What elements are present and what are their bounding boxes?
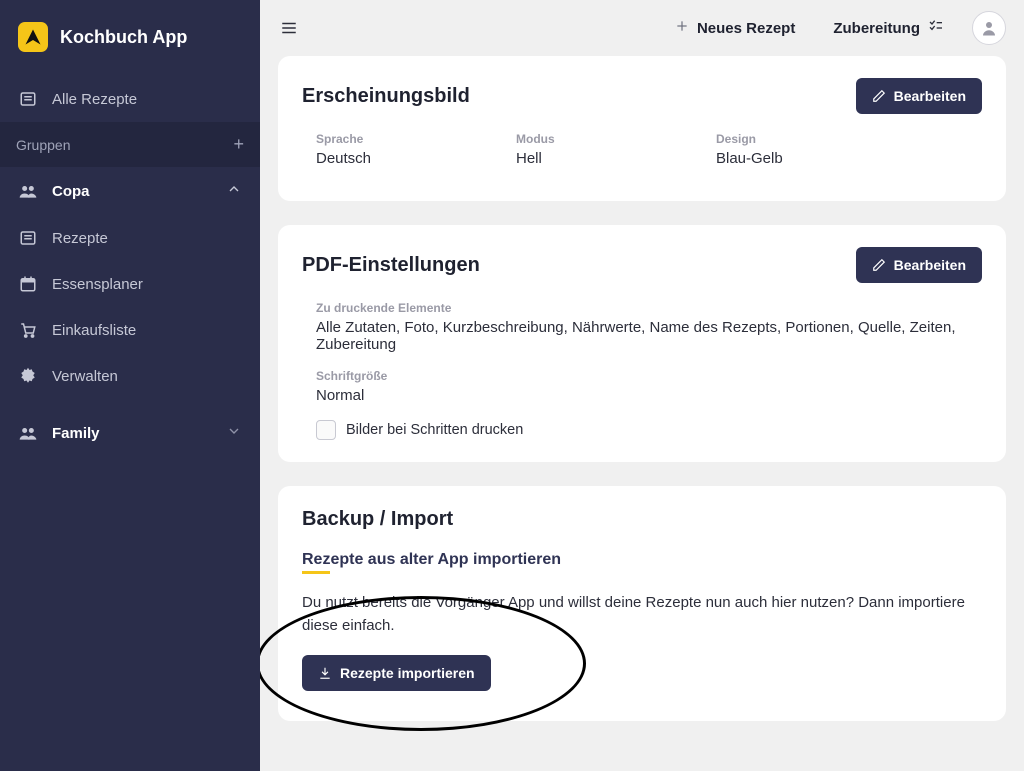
field-label: Zu druckende Elemente <box>316 301 982 315</box>
plus-icon[interactable]: + <box>233 134 244 155</box>
sidebar-item-manage[interactable]: Verwalten <box>0 353 260 399</box>
field-value: Hell <box>516 150 676 167</box>
people-icon <box>18 425 38 441</box>
card-appearance: Erscheinungsbild Bearbeiten Sprache Deut… <box>278 56 1006 201</box>
sidebar-item-label: Alle Rezepte <box>52 91 137 108</box>
accent-underline <box>302 571 330 574</box>
brand-logo <box>18 22 48 52</box>
sidebar-item-label: Rezepte <box>52 230 108 247</box>
pencil-icon <box>872 258 886 272</box>
import-recipes-button[interactable]: Rezepte importieren <box>302 655 491 691</box>
brand: Kochbuch App <box>0 0 260 76</box>
chevron-down-icon <box>226 423 242 443</box>
checkbox-label: Bilder bei Schritten drucken <box>346 422 523 438</box>
import-icon <box>318 666 332 680</box>
edit-pdf-button[interactable]: Bearbeiten <box>856 247 982 283</box>
chevron-up-icon <box>226 181 242 201</box>
cart-icon <box>18 321 38 339</box>
main: Neues Rezept Zubereitung Erscheinungsbil… <box>260 0 1024 771</box>
sidebar-item-label: Verwalten <box>52 368 118 385</box>
field-value: Normal <box>316 387 982 404</box>
sidebar-item-label: Einkaufsliste <box>52 322 136 339</box>
people-icon <box>18 183 38 199</box>
button-label: Bearbeiten <box>894 257 966 273</box>
topbar: Neues Rezept Zubereitung <box>260 0 1024 56</box>
top-link-label: Zubereitung <box>833 20 920 37</box>
avatar[interactable] <box>972 11 1006 45</box>
top-preparation[interactable]: Zubereitung <box>823 12 954 44</box>
field-value: Deutsch <box>316 150 476 167</box>
field-value: Blau-Gelb <box>716 150 876 167</box>
field-label: Modus <box>516 132 676 146</box>
field-label: Sprache <box>316 132 476 146</box>
sub-heading: Rezepte aus alter App importieren <box>302 551 982 569</box>
checkbox-box <box>316 420 336 440</box>
card-pdf-settings: PDF-Einstellungen Bearbeiten Zu druckend… <box>278 225 1006 462</box>
top-new-recipe[interactable]: Neues Rezept <box>665 13 805 43</box>
top-link-label: Neues Rezept <box>697 20 795 37</box>
field-label: Schriftgröße <box>316 369 982 383</box>
sidebar-group-copa[interactable]: Copa <box>0 167 260 215</box>
sidebar-item-all-recipes[interactable]: Alle Rezepte <box>0 76 260 122</box>
plus-icon <box>675 19 689 37</box>
button-label: Bearbeiten <box>894 88 966 104</box>
menu-icon[interactable] <box>278 19 300 37</box>
sidebar-section-label: Gruppen <box>16 137 70 153</box>
sidebar: Kochbuch App Alle Rezepte Gruppen + Copa… <box>0 0 260 771</box>
sidebar-group-family[interactable]: Family <box>0 409 260 457</box>
card-title: Erscheinungsbild <box>302 85 470 108</box>
sidebar-item-shopping[interactable]: Einkaufsliste <box>0 307 260 353</box>
sidebar-item-label: Essensplaner <box>52 276 143 293</box>
gear-icon <box>18 367 38 385</box>
sidebar-item-recipes[interactable]: Rezepte <box>0 215 260 261</box>
field-label: Design <box>716 132 876 146</box>
card-backup-import: Backup / Import Rezepte aus alter App im… <box>278 486 1006 721</box>
sidebar-item-planner[interactable]: Essensplaner <box>0 261 260 307</box>
card-title: PDF-Einstellungen <box>302 254 480 277</box>
card-title: Backup / Import <box>302 508 453 531</box>
checklist-icon <box>928 18 944 38</box>
list-icon <box>18 229 38 247</box>
calendar-icon <box>18 275 38 293</box>
button-label: Rezepte importieren <box>340 665 475 681</box>
pencil-icon <box>872 89 886 103</box>
sidebar-group-label: Family <box>52 425 100 442</box>
field-value: Alle Zutaten, Foto, Kurzbeschreibung, Nä… <box>316 319 982 353</box>
checkbox-print-images[interactable]: Bilder bei Schritten drucken <box>302 420 982 440</box>
list-icon <box>18 90 38 108</box>
sidebar-group-label: Copa <box>52 183 90 200</box>
body-text: Du nutzt bereits die Vorgänger App und w… <box>302 592 982 637</box>
brand-name: Kochbuch App <box>60 27 187 48</box>
edit-appearance-button[interactable]: Bearbeiten <box>856 78 982 114</box>
sidebar-section-groups: Gruppen + <box>0 122 260 167</box>
